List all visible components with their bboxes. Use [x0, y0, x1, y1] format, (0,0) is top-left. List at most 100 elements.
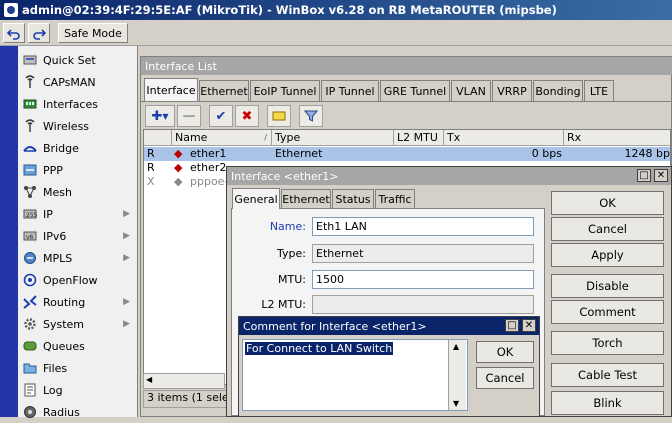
tab-interface[interactable]: Interface	[144, 78, 198, 101]
sidebar-item-label: Files	[43, 361, 68, 375]
row-flag: R	[147, 161, 155, 174]
bridge-icon	[22, 140, 38, 156]
table-row[interactable]: R ◆ ether1 Ethernet 0 bps 1248 bp	[144, 147, 670, 161]
sidebar-item-ipv6[interactable]: v6 IPv6 ▶	[18, 225, 138, 247]
ethernet-port-icon: ◆	[174, 161, 183, 174]
column-header-l2mtu[interactable]: L2 MTU	[394, 130, 444, 146]
button-label: Disable	[586, 279, 629, 293]
remove-button[interactable]: —	[177, 105, 201, 127]
tab-ip-tunnel[interactable]: IP Tunnel	[321, 80, 379, 101]
window-title-bar: admin@02:39:4F:29:5E:AF (MikroTik) - Win…	[0, 0, 672, 20]
vertical-scrollbar[interactable]: ▲ ▼	[448, 340, 466, 410]
tab-ethernet[interactable]: Ethernet	[281, 189, 331, 208]
close-icon: ✕	[656, 170, 666, 181]
files-icon	[22, 360, 38, 376]
tab-bonding[interactable]: Bonding	[533, 80, 583, 101]
close-button[interactable]: ✕	[522, 319, 536, 332]
sidebar-item-bridge[interactable]: Bridge	[18, 137, 138, 159]
queues-icon	[22, 338, 38, 354]
sidebar-item-mpls[interactable]: MPLS ▶	[18, 247, 138, 269]
mtu-field[interactable]: 1500	[312, 270, 534, 289]
comment-textarea[interactable]: For Connect to LAN Switch	[242, 339, 468, 411]
comment-cancel-button[interactable]: Cancel	[476, 367, 534, 389]
button-label: Cable Test	[578, 368, 637, 382]
filter-button[interactable]	[299, 105, 323, 127]
capsman-icon	[22, 74, 38, 90]
tab-label: VRRP	[497, 84, 527, 98]
sidebar-item-openflow[interactable]: OpenFlow	[18, 269, 138, 291]
tab-label: IP Tunnel	[325, 84, 375, 98]
apply-button[interactable]: Apply	[551, 243, 664, 267]
column-label: Type	[275, 131, 301, 144]
comment-button[interactable]: Comment	[551, 300, 664, 324]
tab-label: VLAN	[456, 84, 486, 98]
tab-ethernet[interactable]: Ethernet	[199, 80, 249, 101]
sidebar-item-label: OpenFlow	[43, 273, 98, 287]
tab-vrrp[interactable]: VRRP	[492, 80, 532, 101]
sidebar-item-routing[interactable]: Routing ▶	[18, 291, 138, 313]
tab-vlan[interactable]: VLAN	[451, 80, 491, 101]
disable-button[interactable]: ✖	[235, 105, 259, 127]
name-field[interactable]: Eth1 LAN	[312, 217, 534, 236]
row-tx: 0 bps	[531, 147, 562, 160]
sidebar-item-mesh[interactable]: Mesh	[18, 181, 138, 203]
button-label: Apply	[591, 248, 624, 262]
redo-button[interactable]	[28, 23, 50, 43]
column-header-flag[interactable]	[144, 130, 172, 146]
sidebar-item-label: Wireless	[43, 119, 90, 133]
add-button[interactable]: ✚ ▼	[145, 105, 175, 127]
tab-label: LTE	[589, 84, 609, 98]
restore-button[interactable]: □	[637, 169, 651, 182]
button-label: OK	[599, 196, 616, 210]
restore-icon: □	[639, 170, 649, 181]
close-button[interactable]: ✕	[654, 169, 668, 182]
sidebar-item-wireless[interactable]: Wireless	[18, 115, 138, 137]
blink-button[interactable]: Blink	[551, 391, 664, 415]
sidebar-item-system[interactable]: System ▶	[18, 313, 138, 335]
comment-ok-button[interactable]: OK	[476, 341, 534, 363]
mpls-icon	[22, 250, 38, 266]
column-header-name[interactable]: Name /	[172, 130, 272, 146]
main-toolbar: Safe Mode	[0, 20, 672, 46]
interface-dialog-title-bar: Interface <ether1> □ ✕	[227, 167, 671, 185]
column-header-tx[interactable]: Tx	[444, 130, 564, 146]
sidebar-item-ip[interactable]: 255 IP ▶	[18, 203, 138, 225]
row-flag: X	[147, 175, 155, 188]
comment-button[interactable]	[267, 105, 291, 127]
sidebar-item-log[interactable]: Log	[18, 379, 138, 401]
sidebar-item-radius[interactable]: Radius	[18, 401, 138, 423]
column-header-type[interactable]: Type	[272, 130, 394, 146]
torch-button[interactable]: Torch	[551, 331, 664, 355]
column-label: Rx	[567, 131, 582, 144]
comment-text: For Connect to LAN Switch	[245, 342, 394, 355]
button-label: Cancel	[485, 371, 525, 385]
sidebar-item-capsman[interactable]: CAPsMAN	[18, 71, 138, 93]
tab-eoip-tunnel[interactable]: EoIP Tunnel	[250, 80, 320, 101]
sidebar-item-ppp[interactable]: PPP	[18, 159, 138, 181]
enable-button[interactable]: ✔	[209, 105, 233, 127]
horizontal-scrollbar[interactable]: ◀	[143, 373, 225, 389]
sidebar-item-queues[interactable]: Queues	[18, 335, 138, 357]
column-header-rx[interactable]: Rx	[564, 130, 670, 146]
cable-test-button[interactable]: Cable Test	[551, 363, 664, 387]
sidebar-item-files[interactable]: Files	[18, 357, 138, 379]
sidebar-item-label: PPP	[43, 163, 63, 177]
tab-traffic[interactable]: Traffic	[375, 189, 415, 208]
safe-mode-button[interactable]: Safe Mode	[58, 23, 128, 43]
tab-general[interactable]: General	[232, 188, 280, 209]
interface-list-title-bar: Interface List	[141, 57, 672, 75]
sidebar-strip	[0, 46, 18, 417]
sidebar-item-quick-set[interactable]: Quick Set	[18, 49, 138, 71]
type-label: Type:	[277, 247, 306, 260]
ok-button[interactable]: OK	[551, 191, 664, 215]
restore-button[interactable]: □	[505, 319, 519, 332]
sidebar-item-interfaces[interactable]: Interfaces	[18, 93, 138, 115]
tab-lte[interactable]: LTE	[584, 80, 614, 101]
disable-button[interactable]: Disable	[551, 274, 664, 298]
tab-status[interactable]: Status	[332, 189, 374, 208]
comment-dialog-title-bar: Comment for Interface <ether1> □ ✕	[239, 317, 539, 335]
sidebar-item-label: Routing	[43, 295, 86, 309]
cancel-button[interactable]: Cancel	[551, 217, 664, 241]
undo-button[interactable]	[3, 23, 25, 43]
tab-gre-tunnel[interactable]: GRE Tunnel	[380, 80, 450, 101]
